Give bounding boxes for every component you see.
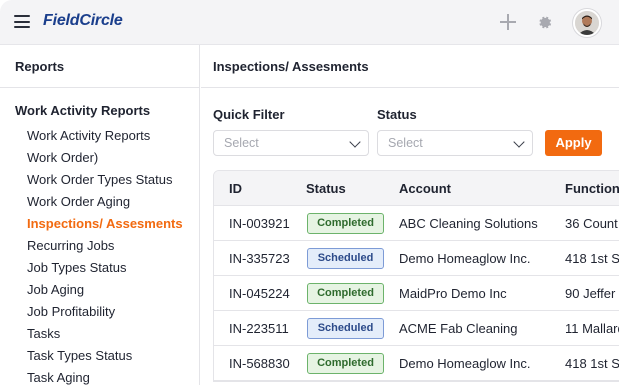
cell-function: 90 Jeffer xyxy=(565,286,616,301)
app-window: FieldCircle Reports Work Activity Report… xyxy=(0,0,619,385)
cell-account: ABC Cleaning Solutions xyxy=(399,216,538,231)
sidebar-list: Work Activity Reports Work Order) Work O… xyxy=(0,118,199,385)
cell-id: IN-223511 xyxy=(229,321,289,336)
table-row[interactable]: IN-568830 Completed Demo Homeaglow Inc. … xyxy=(214,346,619,381)
chevron-down-icon xyxy=(349,136,361,148)
cell-account: Demo Homeaglow Inc. xyxy=(399,251,531,266)
sidebar-item-tasks[interactable]: Tasks xyxy=(27,323,199,345)
sidebar-item-task-aging[interactable]: Task Aging xyxy=(27,367,199,385)
plus-icon[interactable] xyxy=(500,14,516,30)
apply-button[interactable]: Apply xyxy=(545,130,602,156)
table-row[interactable]: IN-335723 Scheduled Demo Homeaglow Inc. … xyxy=(214,241,619,276)
sidebar-item-work-activity-reports[interactable]: Work Activity Reports xyxy=(27,125,199,147)
table-header: ID Status Account Function xyxy=(214,171,619,206)
quick-filter-label: Quick Filter xyxy=(213,107,285,122)
cell-function: 418 1st St xyxy=(565,251,619,266)
cell-account: Demo Homeaglow Inc. xyxy=(399,356,531,371)
sidebar-item-work-order[interactable]: Work Order) xyxy=(27,147,199,169)
cell-id: IN-045224 xyxy=(229,286,290,301)
sidebar-item-job-types-status[interactable]: Job Types Status xyxy=(27,257,199,279)
quick-filter-select[interactable]: Select xyxy=(213,130,369,156)
sidebar-section-title: Work Activity Reports xyxy=(15,103,151,118)
top-bar: FieldCircle xyxy=(0,0,619,45)
sidebar-item-inspections[interactable]: Inspections/ Assesments xyxy=(27,213,199,235)
gear-icon[interactable] xyxy=(536,14,553,31)
status-badge: Completed xyxy=(307,353,384,374)
menu-icon[interactable] xyxy=(14,15,30,28)
table-row[interactable]: IN-003921 Completed ABC Cleaning Solutio… xyxy=(214,206,619,241)
app-logo[interactable]: FieldCircle xyxy=(43,12,123,30)
column-header-function[interactable]: Function xyxy=(565,181,619,196)
status-filter-select[interactable]: Select xyxy=(377,130,533,156)
status-badge: Scheduled xyxy=(307,248,384,269)
column-header-account[interactable]: Account xyxy=(399,181,451,196)
sidebar-item-work-order-types-status[interactable]: Work Order Types Status xyxy=(27,169,199,191)
chevron-down-icon xyxy=(513,136,525,148)
cell-function: 11 Mallard xyxy=(565,321,619,336)
sidebar-item-recurring-jobs[interactable]: Recurring Jobs xyxy=(27,235,199,257)
status-badge: Completed xyxy=(307,283,384,304)
main-panel: Inspections/ Assesments Quick Filter Sel… xyxy=(201,45,619,385)
status-badge: Completed xyxy=(307,213,384,234)
status-badge: Scheduled xyxy=(307,318,384,339)
table-row[interactable]: IN-045224 Completed MaidPro Demo Inc 90 … xyxy=(214,276,619,311)
user-avatar-icon xyxy=(575,11,599,35)
quick-filter-placeholder: Select xyxy=(224,136,259,150)
cell-id: IN-335723 xyxy=(229,251,290,266)
column-header-status[interactable]: Status xyxy=(306,181,346,196)
sidebar-item-work-order-aging[interactable]: Work Order Aging xyxy=(27,191,199,213)
cell-account: MaidPro Demo Inc xyxy=(399,286,507,301)
page-title: Inspections/ Assesments xyxy=(201,45,619,88)
sidebar-item-task-types-status[interactable]: Task Types Status xyxy=(27,345,199,367)
cell-function: 418 1st St xyxy=(565,356,619,371)
sidebar-item-job-aging[interactable]: Job Aging xyxy=(27,279,199,301)
inspections-table: ID Status Account Function IN-003921 Com… xyxy=(213,170,619,382)
table-row[interactable]: IN-223511 Scheduled ACME Fab Cleaning 11… xyxy=(214,311,619,346)
sidebar-item-job-profitability[interactable]: Job Profitability xyxy=(27,301,199,323)
status-filter-placeholder: Select xyxy=(388,136,423,150)
sidebar-title: Reports xyxy=(0,45,199,88)
cell-id: IN-003921 xyxy=(229,216,290,231)
status-filter-label: Status xyxy=(377,107,417,122)
cell-id: IN-568830 xyxy=(229,356,290,371)
cell-account: ACME Fab Cleaning xyxy=(399,321,518,336)
column-header-id[interactable]: ID xyxy=(229,181,242,196)
sidebar: Reports Work Activity Reports Work Activ… xyxy=(0,45,200,385)
cell-function: 36 Count xyxy=(565,216,618,231)
avatar[interactable] xyxy=(573,9,601,37)
